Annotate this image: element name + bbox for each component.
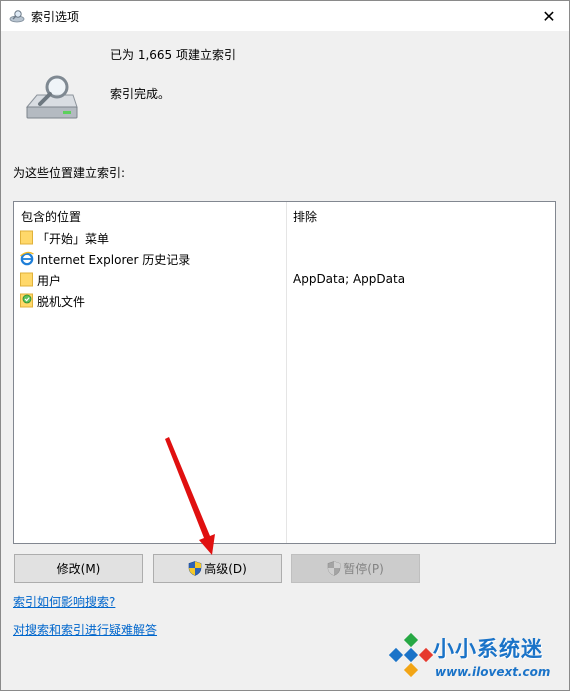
watermark-url: www.ilovext.com: [435, 665, 551, 679]
indexing-options-window: 索引选项 ✕ 已为 1,665 项建立索引 索引完成。 为这些位置建立索引: 包…: [0, 0, 570, 691]
drive-magnifier-icon: [25, 75, 78, 119]
list-item[interactable]: 「开始」菜单: [14, 227, 555, 248]
uac-shield-icon: [327, 561, 341, 576]
modify-button[interactable]: 修改(M): [14, 554, 143, 583]
folder-icon: [20, 272, 33, 287]
indexing-options-icon: [9, 10, 25, 23]
location-name: 脱机文件: [37, 295, 86, 309]
window-title: 索引选项: [31, 10, 80, 24]
watermark-logo-icon: [389, 633, 433, 677]
offline-files-icon: [20, 293, 33, 308]
pause-button[interactable]: 暂停(P): [291, 554, 420, 583]
annotation-arrow: [165, 437, 215, 555]
close-icon: ✕: [542, 6, 556, 26]
modify-button-label: 修改(M): [56, 562, 101, 576]
watermark: 小小系统迷 www.ilovext.com: [387, 629, 569, 689]
list-item[interactable]: 用户 AppData; AppData: [14, 269, 555, 290]
indexed-item-count: 已为 1,665 项建立索引: [110, 48, 236, 62]
troubleshoot-search-link[interactable]: 对搜索和索引进行疑难解答: [13, 621, 157, 638]
title-bar: 索引选项 ✕: [1, 1, 569, 31]
how-indexing-affects-search-link[interactable]: 索引如何影响搜索?: [13, 593, 115, 610]
advanced-button-label: 高级(D): [204, 562, 247, 576]
watermark-brand: 小小系统迷: [433, 637, 543, 661]
location-name: 用户: [37, 274, 62, 288]
column-header-included[interactable]: 包含的位置: [21, 208, 81, 225]
location-excluded: AppData; AppData: [293, 272, 406, 286]
pause-button-label: 暂停(P): [343, 562, 384, 576]
indexed-locations-list[interactable]: 包含的位置 排除 「开始」菜单 Internet Explorer 历史记录 用…: [13, 201, 556, 544]
advanced-button[interactable]: 高级(D): [153, 554, 282, 583]
location-name: 「开始」菜单: [37, 232, 110, 246]
folder-icon: [20, 230, 33, 245]
internet-explorer-icon: [20, 251, 34, 266]
location-name: Internet Explorer 历史记录: [37, 253, 191, 267]
indexing-status: 索引完成。: [110, 87, 171, 101]
locations-section-label: 为这些位置建立索引:: [13, 166, 126, 180]
uac-shield-icon: [188, 561, 202, 576]
column-header-excluded[interactable]: 排除: [293, 208, 317, 225]
close-button[interactable]: ✕: [529, 1, 569, 31]
list-item[interactable]: Internet Explorer 历史记录: [14, 248, 555, 269]
list-item[interactable]: 脱机文件: [14, 290, 555, 311]
